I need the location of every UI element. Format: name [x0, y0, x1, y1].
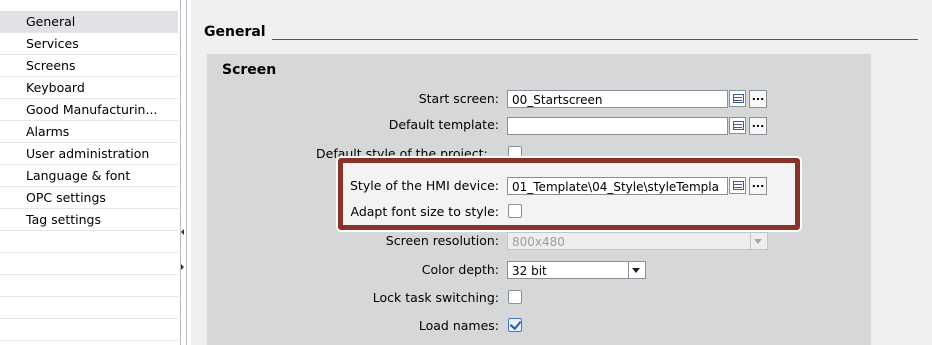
default-template-label: Default template:: [388, 117, 499, 132]
style-hmi-device-field[interactable]: 01_Template\04_Style\styleTempla: [507, 177, 728, 195]
nav-empty-row: [0, 275, 178, 297]
collapse-left-icon[interactable]: [181, 229, 184, 235]
nav-item-keyboard[interactable]: Keyboard: [0, 77, 178, 99]
load-names-checkbox[interactable]: [508, 318, 522, 332]
nav-item-opc-settings[interactable]: OPC settings: [0, 187, 178, 209]
panel-splitter[interactable]: [178, 0, 190, 345]
lock-task-switching-label: Lock task switching:: [372, 290, 499, 305]
settings-navigation: General Services Screens Keyboard Good M…: [0, 0, 178, 345]
screen-resolution-select[interactable]: 800x480: [507, 232, 768, 250]
expand-right-icon[interactable]: [181, 264, 184, 270]
list-icon[interactable]: [729, 177, 746, 194]
start-screen-field[interactable]: 00_Startscreen: [507, 90, 728, 108]
chevron-down-icon: [754, 239, 762, 244]
nav-empty-row: [0, 319, 178, 341]
nav-item-general[interactable]: General: [0, 11, 178, 33]
list-icon-frame: [733, 181, 744, 190]
nav-item-language-font[interactable]: Language & font: [0, 165, 178, 187]
browse-button[interactable]: ...: [749, 117, 767, 135]
nav-item-screens[interactable]: Screens: [0, 55, 178, 77]
list-icon-frame: [733, 94, 744, 103]
style-hmi-device-label: Style of the HMI device:: [350, 178, 499, 193]
panel-title: Screen: [222, 62, 277, 78]
adapt-font-size-checkbox[interactable]: [508, 204, 522, 218]
nav-item-alarms[interactable]: Alarms: [0, 121, 178, 143]
list-icon[interactable]: [729, 90, 746, 107]
nav-item-good-manufacturing[interactable]: Good Manufacturin...: [0, 99, 178, 121]
adapt-font-size-label: Adapt font size to style:: [350, 204, 500, 219]
nav-empty-row: [0, 231, 178, 253]
list-icon[interactable]: [729, 117, 746, 134]
color-depth-select[interactable]: 32 bit: [507, 261, 646, 279]
splitter-line: [186, 0, 187, 345]
section-title: General: [204, 24, 266, 40]
browse-button[interactable]: ...: [749, 177, 767, 195]
splitter-line: [180, 0, 181, 345]
nav-item-user-administration[interactable]: User administration: [0, 143, 178, 165]
color-depth-label: Color depth:: [421, 262, 499, 277]
screen-resolution-label: Screen resolution:: [385, 233, 499, 248]
lock-task-switching-checkbox[interactable]: [508, 290, 522, 304]
chevron-down-icon: [632, 268, 640, 273]
list-icon-frame: [733, 121, 744, 130]
nav-empty-row: [0, 253, 178, 275]
nav-item-services[interactable]: Services: [0, 33, 178, 55]
load-names-label: Load names:: [418, 318, 499, 333]
browse-button[interactable]: ...: [749, 90, 767, 108]
nav-empty-row: [0, 297, 178, 319]
nav-item-tag-settings[interactable]: Tag settings: [0, 209, 178, 231]
start-screen-label: Start screen:: [418, 91, 499, 106]
default-template-field[interactable]: [507, 117, 728, 135]
section-divider: [272, 39, 918, 40]
